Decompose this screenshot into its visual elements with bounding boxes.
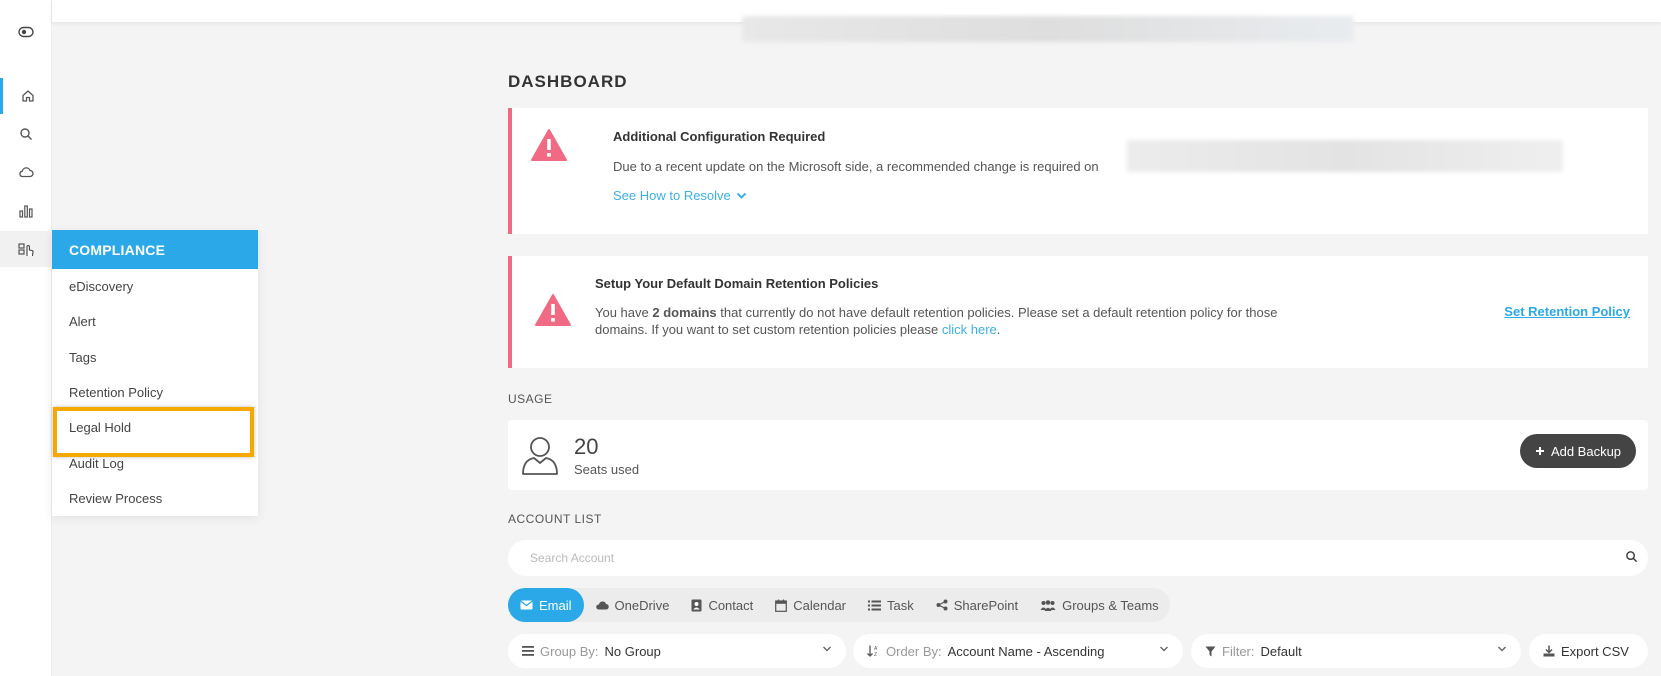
- tab-calendar[interactable]: Calendar: [764, 588, 857, 622]
- menu-item-audit-log[interactable]: Audit Log: [52, 445, 258, 480]
- group-by-select[interactable]: Group By: No Group: [508, 634, 846, 668]
- tab-groups-teams-label: Groups & Teams: [1062, 597, 1159, 613]
- service-tabs: Email OneDrive Contact Calendar Task Sha…: [508, 588, 1170, 622]
- redacted-tenant: [1127, 140, 1563, 172]
- svg-text:Z: Z: [874, 652, 877, 657]
- retention-text-part: You have: [595, 305, 653, 320]
- search-account-input[interactable]: [530, 540, 1580, 576]
- icon-rail: [0, 0, 52, 676]
- envelope-icon: [520, 600, 533, 610]
- retention-alert: Setup Your Default Domain Retention Poli…: [508, 256, 1648, 368]
- warning-icon: [530, 128, 568, 167]
- menu-item-tags[interactable]: Tags: [52, 340, 258, 375]
- tab-contact-label: Contact: [708, 597, 754, 613]
- tab-onedrive-label: OneDrive: [614, 597, 670, 613]
- sort-icon: AZ: [867, 645, 878, 657]
- click-here-link[interactable]: click here: [942, 322, 997, 337]
- menu-item-legal-hold[interactable]: Legal Hold: [52, 407, 258, 458]
- compliance-menu: COMPLIANCE eDiscovery Alert Tags Retenti…: [52, 230, 258, 516]
- see-how-to-resolve-link[interactable]: See How to Resolve: [613, 187, 747, 204]
- filter-label: Filter:: [1222, 643, 1255, 659]
- search-icon[interactable]: [0, 116, 52, 152]
- retention-text-part: .: [996, 322, 1001, 337]
- export-csv-label: Export CSV: [1561, 643, 1629, 659]
- usage-section-label: USAGE: [508, 392, 553, 406]
- menu-item-review-process[interactable]: Review Process: [52, 481, 258, 516]
- chevron-down-icon: [823, 646, 831, 652]
- share-icon: [936, 599, 948, 611]
- filter-icon: [1205, 646, 1216, 656]
- list-controls: Group By: No Group AZ Order By: Account …: [508, 634, 1648, 668]
- domain-count: 2 domains: [652, 305, 717, 320]
- warning-icon: [534, 293, 572, 332]
- tab-sharepoint[interactable]: SharePoint: [925, 588, 1029, 622]
- chevron-down-icon: [1498, 646, 1506, 652]
- tab-sharepoint-label: SharePoint: [953, 597, 1019, 613]
- users-icon: [1040, 599, 1056, 611]
- export-csv-button[interactable]: Export CSV: [1529, 634, 1648, 668]
- group-by-value: No Group: [604, 643, 661, 659]
- see-how-to-resolve-label: See How to Resolve: [613, 188, 731, 203]
- cloud-icon[interactable]: [0, 154, 52, 190]
- contact-card-icon: [691, 599, 702, 611]
- menu-item-alert[interactable]: Alert: [52, 304, 258, 339]
- compliance-icon[interactable]: [0, 231, 52, 267]
- seats-label: Seats used: [574, 462, 640, 477]
- compliance-menu-header: COMPLIANCE: [52, 230, 258, 269]
- list-icon: [522, 646, 534, 656]
- tab-task-label: Task: [887, 597, 914, 613]
- chevron-down-icon: [1160, 646, 1168, 652]
- search-icon[interactable]: [1625, 550, 1638, 568]
- config-alert-title: Additional Configuration Required: [613, 129, 826, 144]
- order-by-value: Account Name - Ascending: [947, 643, 1105, 659]
- home-icon[interactable]: [0, 78, 52, 114]
- list-icon: [868, 600, 882, 610]
- cloud-icon: [595, 601, 609, 610]
- toggle-icon[interactable]: [0, 14, 52, 50]
- retention-alert-text: You have 2 domains that currently do not…: [595, 304, 1330, 338]
- usage-card: 20 Seats used Add Backup: [508, 420, 1648, 490]
- filter-select[interactable]: Filter: Default: [1191, 634, 1521, 668]
- tab-email[interactable]: Email: [508, 588, 584, 622]
- download-icon: [1543, 645, 1555, 657]
- chart-icon[interactable]: [0, 193, 52, 229]
- add-backup-button[interactable]: Add Backup: [1520, 434, 1636, 468]
- group-by-label: Group By:: [540, 643, 599, 659]
- calendar-icon: [775, 599, 788, 612]
- tab-task[interactable]: Task: [857, 588, 925, 622]
- redacted-header-area: [742, 16, 1354, 42]
- user-icon: [520, 434, 560, 481]
- order-by-label: Order By:: [886, 643, 942, 659]
- config-alert: Additional Configuration Required Due to…: [508, 108, 1648, 234]
- config-alert-text: Due to a recent update on the Microsoft …: [613, 159, 1099, 174]
- account-search: [508, 540, 1648, 576]
- set-retention-policy-link[interactable]: Set Retention Policy: [1504, 304, 1630, 319]
- retention-alert-title: Setup Your Default Domain Retention Poli…: [595, 276, 879, 291]
- add-backup-label: Add Backup: [1550, 443, 1622, 459]
- tab-calendar-label: Calendar: [793, 597, 847, 613]
- tab-groups-teams[interactable]: Groups & Teams: [1029, 588, 1170, 622]
- seats-count: 20: [574, 434, 599, 459]
- chevron-down-icon: [736, 192, 746, 199]
- menu-item-ediscovery[interactable]: eDiscovery: [52, 269, 258, 304]
- plus-icon: [1535, 447, 1544, 455]
- tab-contact[interactable]: Contact: [680, 588, 764, 622]
- account-list-label: ACCOUNT LIST: [508, 512, 602, 526]
- tab-email-label: Email: [539, 597, 572, 613]
- order-by-select[interactable]: AZ Order By: Account Name - Ascending: [853, 634, 1183, 668]
- page-title: DASHBOARD: [508, 72, 628, 91]
- tab-onedrive[interactable]: OneDrive: [584, 588, 681, 622]
- menu-item-retention-policy[interactable]: Retention Policy: [52, 375, 258, 410]
- filter-value: Default: [1260, 643, 1302, 659]
